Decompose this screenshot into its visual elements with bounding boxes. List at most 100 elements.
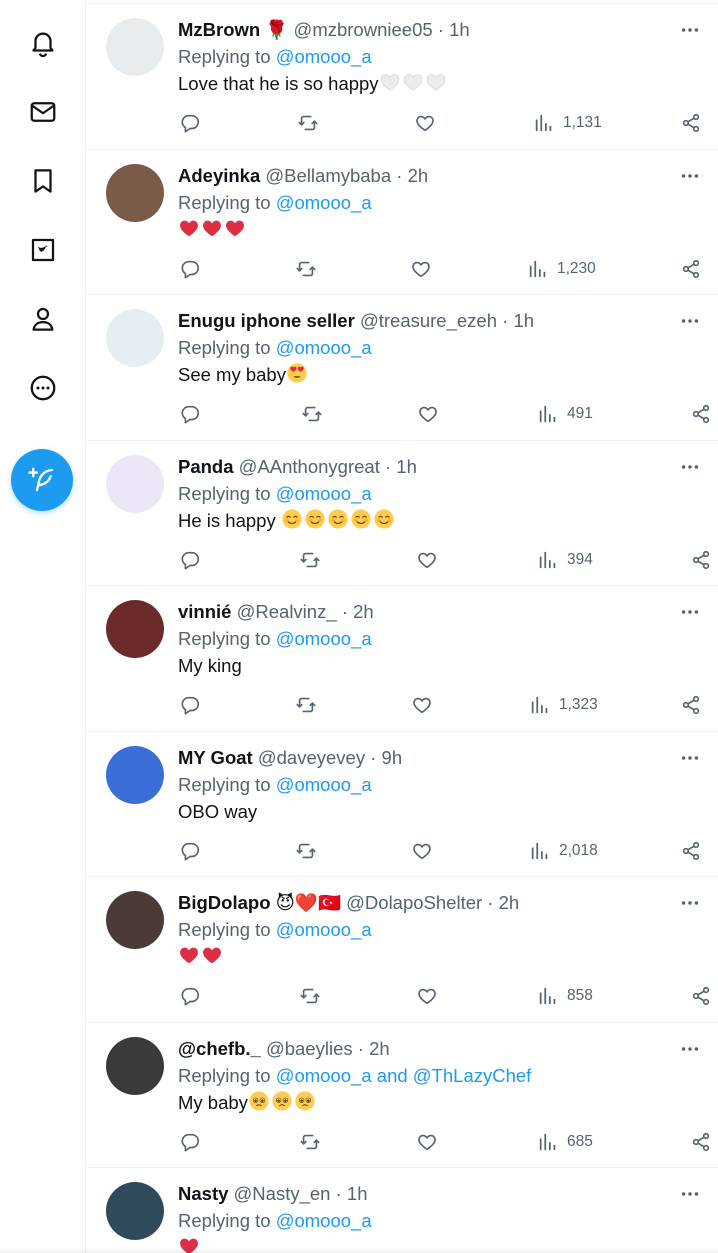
like-button[interactable] [411, 839, 433, 863]
tweet-time[interactable]: 2h [408, 165, 429, 186]
avatar[interactable] [106, 454, 164, 513]
like-button[interactable] [416, 984, 438, 1008]
user-handle[interactable]: @Realvinz_ [237, 601, 337, 622]
reply-tweet[interactable]: Panda @AAnthonygreat · 1h Replying to @om… [87, 441, 718, 586]
display-name[interactable]: Enugu iphone seller [178, 310, 355, 331]
reply-tweet[interactable]: MzBrown 🌹 @mzbrowniee05 · 1h Replying to … [87, 4, 718, 150]
reply-tweet[interactable]: MY Goat @daveyevey · 9h Replying to @omoo… [87, 732, 718, 877]
more-options-button[interactable] [678, 455, 702, 479]
mention-link[interactable]: @omooo_a [276, 483, 372, 504]
reply-button[interactable] [179, 257, 201, 281]
share-button[interactable] [690, 548, 712, 572]
reply-tweet[interactable]: @chefb._ @baeylies · 2h Replying to @omoo… [87, 1023, 718, 1168]
display-name[interactable]: MzBrown [178, 19, 260, 40]
more-options-button[interactable] [678, 1037, 702, 1061]
more-options-button[interactable] [678, 746, 702, 770]
views-button[interactable]: 1,230 [527, 257, 596, 281]
retweet-button[interactable] [297, 111, 319, 135]
avatar[interactable] [106, 18, 164, 76]
reply-tweet[interactable]: Nasty @Nasty_en · 1h Replying to @omooo_a [87, 1168, 718, 1253]
retweet-button[interactable] [299, 1130, 321, 1154]
tweet-time[interactable]: 1h [449, 19, 470, 40]
more-options-button[interactable] [678, 309, 702, 333]
tweet-time[interactable]: 2h [499, 892, 520, 913]
user-handle[interactable]: @AAnthonygreat [239, 456, 380, 477]
retweet-button[interactable] [295, 693, 317, 717]
retweet-button[interactable] [301, 402, 323, 426]
retweet-button[interactable] [299, 984, 321, 1008]
share-button[interactable] [680, 111, 702, 135]
twitter-blue-nav-button[interactable] [14, 221, 72, 279]
retweet-button[interactable] [299, 548, 321, 572]
reply-button[interactable] [179, 693, 201, 717]
mention-link[interactable]: @omooo_a [276, 46, 372, 67]
like-button[interactable] [414, 111, 436, 135]
mention-link[interactable]: @omooo_a [276, 919, 372, 940]
user-handle[interactable]: @treasure_ezeh [360, 310, 497, 331]
more-options-button[interactable] [678, 891, 702, 915]
views-button[interactable]: 2,018 [529, 839, 598, 863]
reply-button[interactable] [179, 402, 201, 426]
mention-link[interactable]: @omooo_a [276, 1065, 372, 1086]
display-name[interactable]: Adeyinka [178, 165, 260, 186]
avatar[interactable] [106, 163, 164, 222]
views-button[interactable]: 858 [537, 984, 593, 1008]
tweet-time[interactable]: 1h [513, 310, 534, 331]
mention-link[interactable]: @omooo_a [276, 337, 372, 358]
more-options-button[interactable] [678, 1182, 702, 1206]
more-options-button[interactable] [678, 18, 702, 42]
reply-button[interactable] [179, 1130, 201, 1154]
like-button[interactable] [417, 402, 439, 426]
mention-link-extra[interactable]: and @ThLazyChef [377, 1065, 532, 1086]
share-button[interactable] [690, 984, 712, 1008]
views-button[interactable]: 1,323 [529, 693, 598, 717]
views-button[interactable]: 394 [537, 548, 593, 572]
avatar[interactable] [106, 600, 164, 658]
reply-button[interactable] [179, 548, 201, 572]
retweet-button[interactable] [295, 257, 317, 281]
mention-link[interactable]: @omooo_a [276, 628, 372, 649]
messages-nav-button[interactable] [14, 83, 72, 141]
like-button[interactable] [410, 257, 432, 281]
share-button[interactable] [690, 1130, 712, 1154]
more-nav-button[interactable] [14, 359, 72, 417]
user-handle[interactable]: @mzbrowniee05 [294, 19, 433, 40]
avatar[interactable] [106, 309, 164, 367]
tweet-time[interactable]: 1h [396, 456, 417, 477]
reply-tweet[interactable]: Enugu iphone seller @treasure_ezeh · 1h R… [87, 295, 718, 441]
more-options-button[interactable] [678, 600, 702, 624]
display-name[interactable]: @chefb._ [178, 1038, 261, 1059]
tweet-time[interactable]: 9h [382, 747, 403, 768]
reply-button[interactable] [179, 984, 201, 1008]
more-options-button[interactable] [678, 164, 702, 188]
tweet-time[interactable]: 2h [369, 1038, 390, 1059]
share-button[interactable] [690, 402, 712, 426]
reply-tweet[interactable]: vinnié @Realvinz_ · 2h Replying to @omooo… [87, 586, 718, 732]
user-handle[interactable]: @DolapoShelter [346, 892, 482, 913]
reply-button[interactable] [179, 839, 201, 863]
share-button[interactable] [680, 693, 702, 717]
avatar[interactable] [106, 1182, 164, 1240]
compose-tweet-button[interactable] [11, 449, 73, 511]
profile-nav-button[interactable] [14, 290, 72, 348]
display-name[interactable]: MY Goat [178, 747, 253, 768]
user-handle[interactable]: @Bellamybaba [265, 165, 391, 186]
bookmarks-nav-button[interactable] [14, 152, 72, 210]
tweet-time[interactable]: 1h [347, 1183, 368, 1204]
share-button[interactable] [680, 839, 702, 863]
views-button[interactable]: 1,131 [533, 111, 602, 135]
mention-link[interactable]: @omooo_a [276, 192, 372, 213]
views-button[interactable]: 491 [537, 402, 593, 426]
display-name[interactable]: Nasty [178, 1183, 228, 1204]
like-button[interactable] [416, 1130, 438, 1154]
display-name[interactable]: vinnié [178, 601, 231, 622]
mention-link[interactable]: @omooo_a [276, 774, 372, 795]
tweet-time[interactable]: 2h [353, 601, 374, 622]
avatar[interactable] [106, 745, 164, 804]
user-handle[interactable]: @baeylies [266, 1038, 353, 1059]
notifications-nav-button[interactable] [14, 14, 72, 72]
reply-tweet[interactable]: BigDolapo 😈❤️🇹🇷 @DolapoShelter · 2h Reply… [87, 877, 718, 1023]
share-button[interactable] [680, 257, 702, 281]
display-name[interactable]: BigDolapo [178, 892, 271, 913]
like-button[interactable] [411, 693, 433, 717]
